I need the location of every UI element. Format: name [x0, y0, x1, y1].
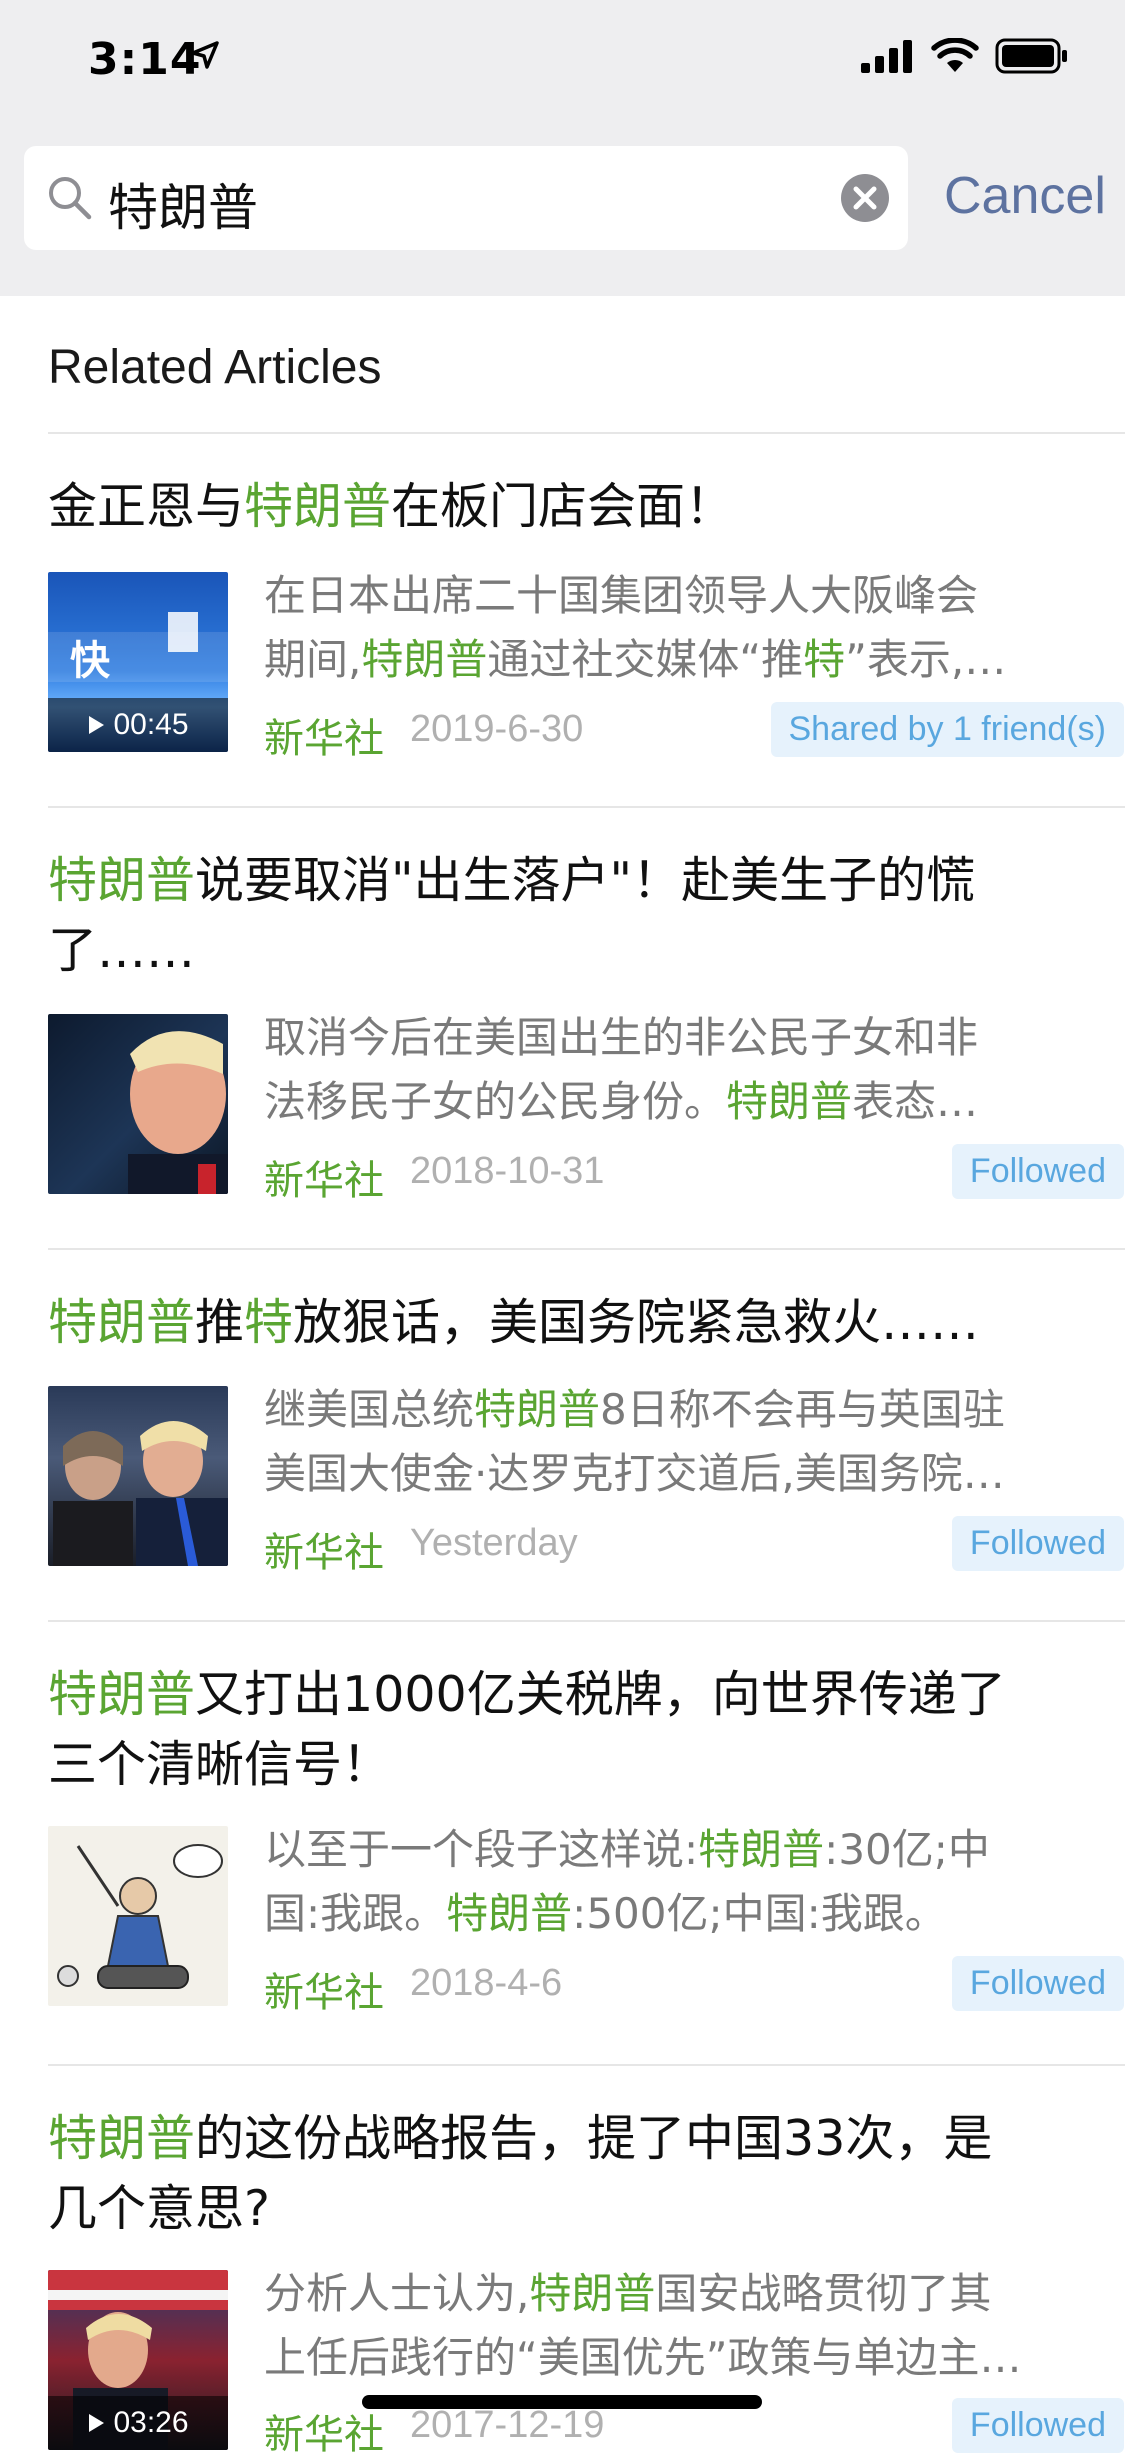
divider: [48, 2064, 1125, 2066]
followed-badge: Followed: [951, 1144, 1124, 1199]
article-item[interactable]: 特朗普的这份战略报告，提了中国33次，是 几个意思? 03:26 分析人士认为,特…: [48, 2104, 1124, 2458]
article-meta: 新华社 Yesterday Followed: [264, 1516, 1124, 1580]
article-date: 2018-10-31: [410, 1150, 605, 1192]
article-title: 特朗普又打出1000亿关税牌，向世界传递了 三个清晰信号！: [48, 1666, 1006, 1793]
article-thumbnail: 03:26: [48, 2270, 228, 2450]
search-header: 3:14 特朗普 Cancel: [0, 0, 1125, 296]
article-date: Yesterday: [410, 1522, 578, 1564]
article-item[interactable]: 金正恩与特朗普在板门店会面！ 快 00:45 在日本出席二十国集团领导人大阪峰会…: [48, 472, 1124, 772]
article-title: 特朗普的这份战略报告，提了中国33次，是 几个意思?: [48, 2110, 993, 2237]
search-field[interactable]: 特朗普: [24, 146, 908, 250]
thumbnail-text: 快: [70, 638, 110, 684]
section-title: Related Articles: [48, 341, 382, 394]
article-meta: 新华社 2017-12-19 Followed: [264, 2398, 1124, 2462]
article-item[interactable]: 特朗普说要取消"出生落户"！赴美生子的慌 了…… 取消今后在美国出生的非公民子女和…: [48, 846, 1124, 1226]
article-title: 特朗普推特放狠话，美国务院紧急救火……: [48, 1294, 980, 1351]
followed-badge: Followed: [951, 1516, 1124, 1571]
article-date: 2018-4-6: [410, 1962, 563, 2004]
cellular-signal-icon: [861, 40, 912, 73]
photo-graphic: [53, 1421, 228, 1566]
video-duration: 03:26: [48, 2396, 228, 2450]
article-source: 新华社: [264, 716, 384, 762]
article-snippet: 取消今后在美国出生的非公民子女和非 法移民子女的公民身份。特朗普表态…: [264, 1013, 979, 1126]
article-thumbnail: [48, 1386, 228, 1566]
article-meta: 新华社 2018-10-31 Followed: [264, 1144, 1124, 1208]
article-date: 2019-6-30: [410, 708, 584, 750]
article-snippet: 在日本出席二十国集团领导人大阪峰会 期间,特朗普通过社交媒体“推特”表示,…: [264, 571, 1007, 684]
article-thumbnail: [48, 1014, 228, 1194]
article-source: 新华社: [264, 1970, 384, 2016]
divider: [48, 1620, 1125, 1622]
home-indicator[interactable]: [362, 2395, 762, 2409]
article-snippet: 以至于一个段子这样说:特朗普:30亿;中 国:我跟。特朗普:500亿;中国:我跟…: [264, 1825, 990, 1938]
article-source: 新华社: [264, 2412, 384, 2458]
article-meta: 新华社 2018-4-6 Followed: [264, 1956, 1124, 2020]
article-date: 2017-12-19: [410, 2404, 605, 2446]
search-input[interactable]: 特朗普: [108, 168, 258, 240]
article-title: 金正恩与特朗普在板门店会面！: [48, 478, 735, 535]
status-indicators: [861, 38, 1069, 74]
battery-icon: [995, 38, 1067, 74]
article-item[interactable]: 特朗普推特放狠话，美国务院紧急救火…… 继美国总统特朗普8日称不会再与英国驻 美…: [48, 1288, 1124, 1588]
cartoon-graphic: [57, 1844, 223, 1989]
portrait-graphic: [128, 1031, 228, 1194]
shared-badge: Shared by 1 friend(s): [770, 702, 1124, 757]
followed-badge: Followed: [951, 1956, 1124, 2011]
cancel-button[interactable]: Cancel: [944, 166, 1106, 226]
followed-badge: Followed: [951, 2398, 1124, 2453]
article-item[interactable]: 特朗普又打出1000亿关税牌，向世界传递了 三个清晰信号！ 以至于一个段子这样说:…: [48, 1660, 1124, 2040]
wifi-icon: [931, 38, 979, 72]
video-duration: 00:45: [48, 698, 228, 752]
play-icon: [89, 2414, 105, 2432]
article-source: 新华社: [264, 1530, 384, 1576]
article-snippet: 继美国总统特朗普8日称不会再与英国驻 美国大使金·达罗克打交道后,美国务院…: [264, 1385, 1005, 1498]
divider: [48, 1248, 1125, 1250]
status-time: 3:14: [88, 34, 202, 85]
article-snippet: 分析人士认为,特朗普国安战略贯彻了其 上任后践行的“美国优先”政策与单边主…: [264, 2269, 1022, 2382]
search-icon: [49, 177, 92, 220]
divider: [48, 806, 1125, 808]
play-icon: [89, 716, 105, 734]
divider: [48, 432, 1125, 434]
article-thumbnail: 快 00:45: [48, 572, 228, 752]
article-thumbnail: [48, 1826, 228, 2006]
article-meta: 新华社 2019-6-30 Shared by 1 friend(s): [264, 702, 1124, 766]
location-arrow-icon: [191, 41, 219, 69]
article-title: 特朗普说要取消"出生落户"！赴美生子的慌 了……: [48, 852, 976, 979]
article-source: 新华社: [264, 1158, 384, 1204]
clear-search-icon[interactable]: [840, 173, 890, 223]
